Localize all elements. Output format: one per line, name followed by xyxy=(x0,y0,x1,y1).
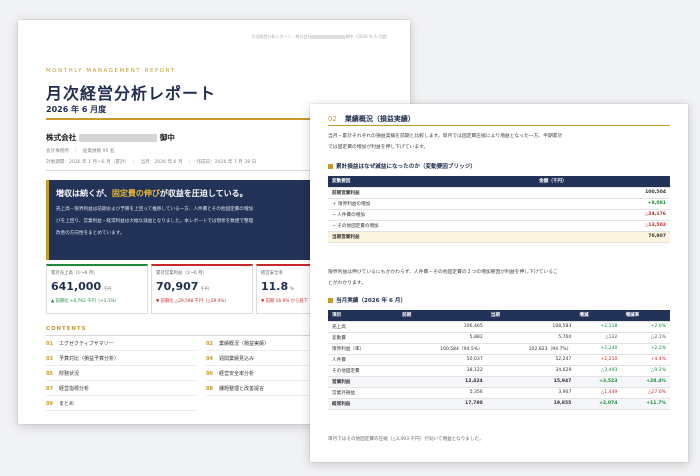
table-row: ＋ 限界利益の増加 +8,081 xyxy=(328,198,670,210)
meta-line-2: 対象期間：2026 年 1 月〜6 月（累計） ｜ 当月：2026 年 6 月 … xyxy=(46,160,257,165)
table-row: 営業利益 12,424 15,947 +3,523 +28.4% xyxy=(328,376,670,388)
contents-row-divider xyxy=(46,350,196,351)
contents-item[interactable]: 04 週間業績見込み xyxy=(206,355,254,362)
contents-item[interactable]: 05 財務状況 xyxy=(46,370,79,377)
report-period: 2026 年 6 月度 xyxy=(46,105,107,114)
banner-body-2: びを上回り、営業利益・経常利益は大幅な減益となりました。本レポートでは現状を数値… xyxy=(56,219,254,224)
intro-line-2: では固定費の増加が利益を押し下げています。 xyxy=(328,145,429,150)
table-row: 売上高 106,465 108,583 +2,118 +2.0% xyxy=(328,321,670,333)
banner-accent xyxy=(46,180,49,260)
table-row: 当期営業利益 70,907 xyxy=(328,231,670,243)
meta-line-1: 会計事務所 ｜ 従業員数 95 名 xyxy=(46,149,115,154)
redacted-name xyxy=(311,35,346,39)
contents-item[interactable]: 09 まとめ xyxy=(46,400,74,407)
table-row: その他固定費 38,122 34,629 △3,493 △9.2% xyxy=(328,365,670,377)
bridge-note-1: 限界利益は伸びているにもかかわらず、人件費・その他固定費の２つの増加要因が利益を… xyxy=(328,270,558,275)
table-row: − 人件費の増加 △24,176 xyxy=(328,209,670,221)
table-row: 営業外損益 5,356 3,907 △1,449 △27.0% xyxy=(328,387,670,399)
page-title: 月次経営分析レポート xyxy=(46,84,217,103)
section-heading: 02 業績概況（損益実績） xyxy=(328,115,415,123)
contents-item[interactable]: 07 経営指標分析 xyxy=(46,385,89,392)
contents-row-divider xyxy=(46,395,196,396)
client-name: 株式会社 御中 xyxy=(46,133,175,142)
bridge-table: 変動要因 金額（千円） 前期営業利益 100,504 ＋ 限界利益の増加 +8,081… xyxy=(328,176,670,243)
contents-item[interactable]: 03 予算対比（損益予算分析） xyxy=(46,355,119,362)
bridge-note-2: とがわかります。 xyxy=(328,281,366,286)
table-row: 経常利益 17,780 19,855 +2,074 +11.7% xyxy=(328,398,670,410)
kpi-card-operating-profit: 累計営業利益（1〜6 月） 70,907 千円 ▼ 前期比 △29,598 千円（… xyxy=(151,264,253,314)
contents-row-divider xyxy=(46,365,196,366)
contents-item[interactable]: 01 エグゼクティブサマリー xyxy=(46,340,114,347)
table-row: 人件費 50,037 52,247 +2,210 +4.4% xyxy=(328,354,670,366)
results-title: 当月実績（2026 年 6 月） xyxy=(328,296,406,304)
contents-row-divider xyxy=(46,380,196,381)
report-detail-page: 02 業績概況（損益実績） 当月・累計それぞれの損益実績を前期と比較します。単月で… xyxy=(310,104,688,462)
section-divider xyxy=(328,125,670,126)
results-table: 項目 前期 当期 増減 増減率 売上高 106,465 108,583 +2,118 +… xyxy=(328,310,670,410)
contents-row-divider xyxy=(46,410,196,411)
footnote: 単月ではその他固定費の圧縮（△3,493 千円）が効いて増益となりました。 xyxy=(328,437,484,442)
bullet-square-icon xyxy=(328,164,333,169)
contents-item[interactable]: 02 業績概況（損益実績） xyxy=(206,340,269,347)
intro-line-1: 当月・累計それぞれの損益実績を前期と比較します。単月では固定費圧縮により増益とな… xyxy=(328,134,563,139)
eyebrow: MONTHLY MANAGEMENT REPORT xyxy=(46,68,176,74)
banner-body-3: 改善の方向性をまとめています。 xyxy=(56,231,125,236)
table-row: − その他固定費の増加 △13,502 xyxy=(328,220,670,232)
table-row: 変動費 5,882 5,760 △122 △2.1% xyxy=(328,332,670,344)
banner-body-1: 売上高・限界利益は前期および予算を上回って推移している一方、人件費とその他固定費… xyxy=(56,207,254,212)
table-row: 前期営業利益 100,504 xyxy=(328,187,670,199)
table-row: 限界利益（率） 100,584（94.5%） 102,823（94.7%） +2,24… xyxy=(328,343,670,355)
bullet-square-icon xyxy=(328,298,333,303)
bridge-title: 累計損益はなぜ減益になったのか（変動要因ブリッジ） xyxy=(328,162,476,170)
redacted-company xyxy=(79,134,158,142)
contents-item[interactable]: 06 経営安全率分析 xyxy=(206,370,254,377)
running-header: 月次経営分析レポート｜株式会社 御中（2026 年 6 月度） xyxy=(251,34,390,39)
kpi-card-sales: 累計売上高（1〜6 月） 641,000 千円 ▲ 前期比 +6,762 千円（+… xyxy=(46,264,148,314)
contents-title: CONTENTS xyxy=(46,326,87,332)
banner-headline: 増収は続くが、固定費の伸びが収益を圧迫している。 xyxy=(56,189,248,198)
contents-item[interactable]: 08 課題整理と改善提言 xyxy=(206,385,264,392)
